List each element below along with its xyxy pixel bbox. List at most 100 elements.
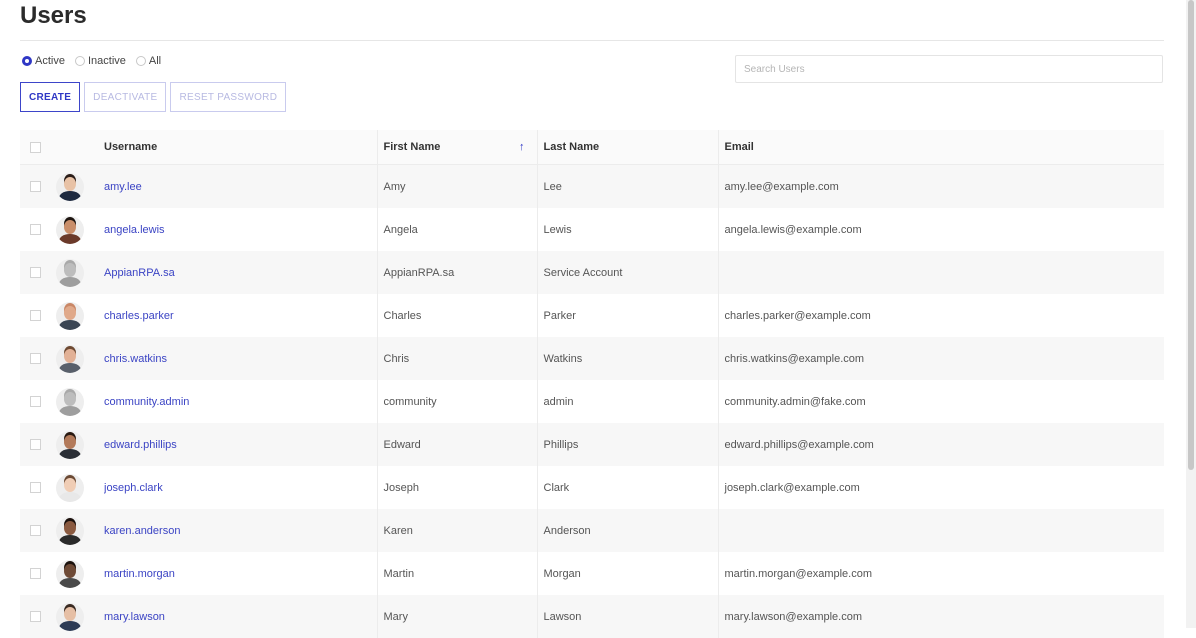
username-link[interactable]: AppianRPA.sa: [104, 267, 175, 279]
last-name-cell: Clark: [536, 466, 718, 509]
last-name-cell: Morgan: [536, 552, 718, 595]
column-header-first-name[interactable]: First Name ↑: [376, 130, 537, 165]
table-row[interactable]: amy.lee Amy Lee amy.lee@example.com: [20, 164, 1164, 208]
username-link[interactable]: charles.parker: [104, 310, 174, 322]
avatar-cell: [56, 552, 104, 595]
last-name-cell: Lewis: [536, 208, 718, 251]
email-text: amy.lee@example.com: [724, 180, 839, 193]
username-cell: angela.lewis: [104, 208, 377, 251]
email-cell: angela.lewis@example.com: [717, 208, 1164, 251]
row-checkbox[interactable]: [30, 267, 41, 279]
email-cell: charles.parker@example.com: [717, 294, 1164, 337]
email-cell: community.admin@fake.com: [717, 380, 1164, 423]
scrollbar[interactable]: [1186, 0, 1196, 628]
first-name-text: Martin: [383, 567, 415, 580]
email-cell: [717, 251, 1164, 294]
last-name-text: Phillips: [543, 438, 579, 451]
reset-password-button[interactable]: RESET PASSWORD: [170, 82, 287, 112]
table-row[interactable]: AppianRPA.sa AppianRPA.sa Service Accoun…: [20, 251, 1164, 294]
search-input[interactable]: [735, 55, 1163, 83]
column-header-email[interactable]: Email: [717, 130, 1164, 165]
filter-inactive-option[interactable]: Inactive: [74, 55, 126, 67]
email-text: community.admin@fake.com: [724, 395, 866, 408]
column-header-username[interactable]: Username: [104, 130, 377, 165]
table-row[interactable]: mary.lawson Mary Lawson mary.lawson@exam…: [20, 595, 1164, 638]
avatar-head: [64, 219, 76, 234]
row-checkbox[interactable]: [30, 396, 41, 408]
email-cell: edward.phillips@example.com: [717, 423, 1164, 466]
last-name-cell: Lee: [536, 164, 718, 208]
last-name-text: Lawson: [543, 610, 582, 623]
username-cell: karen.anderson: [104, 509, 377, 552]
row-checkbox[interactable]: [30, 353, 41, 365]
table-row[interactable]: martin.morgan Martin Morgan martin.morga…: [20, 552, 1164, 595]
table-row[interactable]: joseph.clark Joseph Clark joseph.clark@e…: [20, 466, 1164, 509]
avatar: [56, 559, 84, 588]
username-link[interactable]: community.admin: [104, 396, 189, 408]
avatar: [56, 516, 84, 545]
avatar: [56, 215, 84, 244]
email-cell: amy.lee@example.com: [717, 164, 1164, 208]
table-row[interactable]: charles.parker Charles Parker charles.pa…: [20, 294, 1164, 337]
username-link[interactable]: angela.lewis: [104, 224, 165, 236]
table-row[interactable]: community.admin community admin communit…: [20, 380, 1164, 423]
first-name-text: Charles: [383, 309, 422, 322]
radio-active[interactable]: [22, 56, 32, 66]
last-name-text: Parker: [543, 309, 576, 322]
row-select-cell: [20, 164, 56, 208]
email-text: edward.phillips@example.com: [724, 438, 874, 451]
email-cell: chris.watkins@example.com: [717, 337, 1164, 380]
status-filter: Active Inactive All: [22, 55, 171, 67]
first-name-text: Angela: [383, 223, 418, 236]
deactivate-button[interactable]: DEACTIVATE: [84, 82, 167, 112]
row-select-cell: [20, 466, 56, 509]
avatar-head: [64, 348, 76, 363]
avatar: [56, 602, 84, 631]
username-link[interactable]: mary.lawson: [104, 611, 165, 623]
row-checkbox[interactable]: [30, 310, 41, 322]
row-checkbox[interactable]: [30, 568, 41, 580]
table-row[interactable]: chris.watkins Chris Watkins chris.watkin…: [20, 337, 1164, 380]
select-all-checkbox[interactable]: [30, 141, 41, 153]
row-checkbox[interactable]: [30, 611, 41, 623]
avatar-head: [64, 391, 76, 406]
create-button[interactable]: CREATE: [20, 82, 81, 112]
first-name-text: Amy: [383, 180, 406, 193]
avatar-shoulders: [59, 491, 81, 502]
table-header-row: Username First Name ↑ Last Name Email: [20, 130, 1164, 165]
username-link[interactable]: edward.phillips: [104, 439, 177, 451]
radio-all[interactable]: [135, 56, 146, 66]
first-name-text: AppianRPA.sa: [383, 266, 455, 279]
radio-inactive[interactable]: [74, 56, 85, 66]
first-name-cell: Karen: [376, 509, 537, 552]
filter-all-option[interactable]: All: [135, 55, 161, 67]
row-checkbox[interactable]: [30, 439, 41, 451]
avatar-cell: [56, 509, 104, 552]
email-cell: mary.lawson@example.com: [717, 595, 1164, 638]
table-row[interactable]: karen.anderson Karen Anderson: [20, 509, 1164, 552]
row-checkbox[interactable]: [30, 525, 41, 537]
username-cell: chris.watkins: [104, 337, 377, 380]
avatar-shoulders: [59, 362, 81, 373]
username-link[interactable]: chris.watkins: [104, 353, 167, 365]
username-cell: amy.lee: [104, 164, 377, 208]
filter-active-option[interactable]: Active: [22, 55, 65, 67]
table-row[interactable]: edward.phillips Edward Phillips edward.p…: [20, 423, 1164, 466]
username-link[interactable]: amy.lee: [104, 181, 142, 193]
email-text: charles.parker@example.com: [724, 309, 871, 322]
row-checkbox[interactable]: [30, 224, 41, 236]
row-select-cell: [20, 294, 56, 337]
toolbar: CREATE DEACTIVATE RESET PASSWORD: [20, 82, 290, 112]
page-title: Users: [20, 2, 87, 29]
username-link[interactable]: karen.anderson: [104, 525, 180, 537]
username-link[interactable]: joseph.clark: [104, 482, 163, 494]
row-checkbox[interactable]: [30, 482, 41, 494]
scrollbar-thumb[interactable]: [1188, 0, 1194, 470]
column-header-first-name-label: First Name: [383, 141, 441, 153]
row-checkbox[interactable]: [30, 181, 41, 193]
filter-active-label: Active: [35, 55, 65, 67]
avatar-shoulders: [59, 190, 81, 201]
table-row[interactable]: angela.lewis Angela Lewis angela.lewis@e…: [20, 208, 1164, 251]
column-header-last-name[interactable]: Last Name: [536, 130, 718, 165]
username-link[interactable]: martin.morgan: [104, 568, 175, 580]
